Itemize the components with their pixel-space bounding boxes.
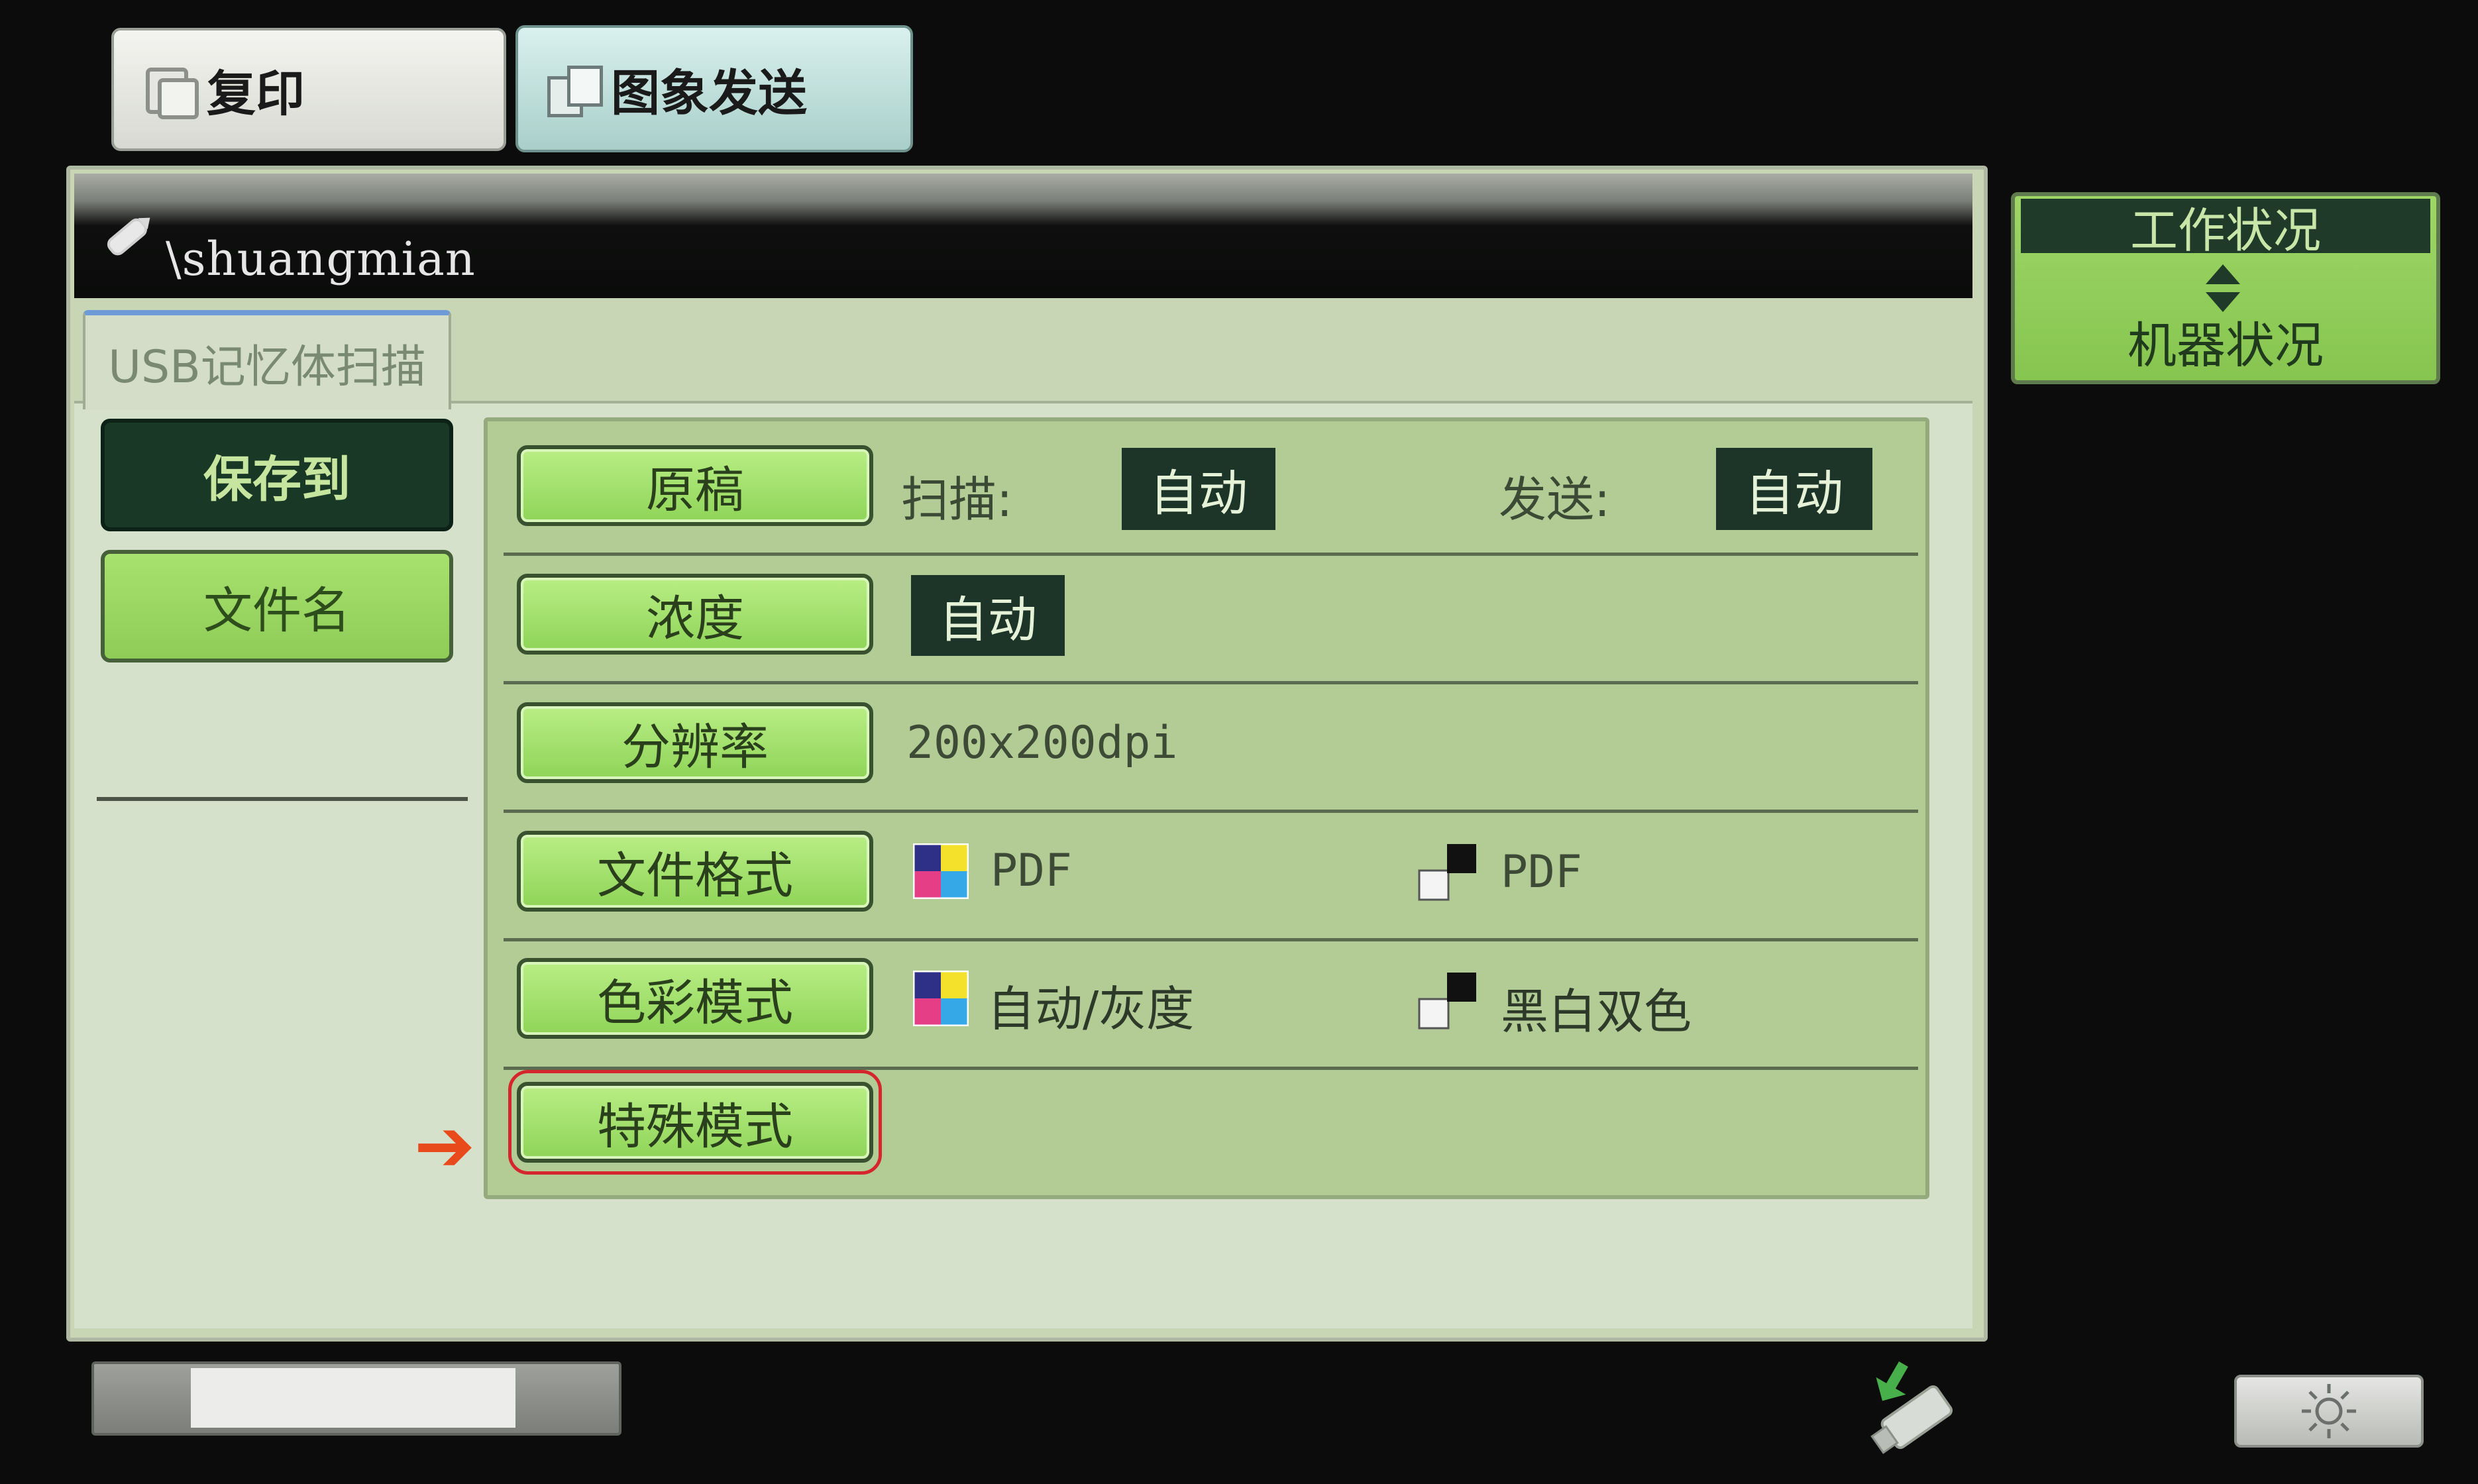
row-divider xyxy=(504,810,1918,813)
send-value: 自动 xyxy=(1716,448,1872,530)
save-to-button[interactable]: 保存到 xyxy=(101,419,453,531)
color-mode-button[interactable]: 色彩模式 xyxy=(517,958,873,1039)
highlight-ring xyxy=(508,1070,882,1175)
scan-label: 扫描: xyxy=(901,472,1013,527)
resolution-button[interactable]: 分辨率 xyxy=(517,702,873,783)
machine-status-label: 机器状况 xyxy=(2128,317,2324,374)
row-divider xyxy=(504,553,1918,556)
arrow-pointer-icon: ➔ xyxy=(414,1103,476,1188)
tab-copy[interactable]: 复印 xyxy=(111,28,506,151)
tab-image-send-label: 图象发送 xyxy=(611,64,807,122)
density-value: 自动 xyxy=(911,575,1065,656)
usb-memory-icon[interactable] xyxy=(1855,1355,1961,1454)
row-divider xyxy=(504,938,1918,941)
color-mode-color-value: 自动/灰度 xyxy=(987,981,1195,1037)
brightness-icon xyxy=(2302,1384,2356,1438)
resolution-value: 200x200dpi xyxy=(906,717,1178,769)
original-button[interactable]: 原稿 xyxy=(517,445,873,526)
nav-divider xyxy=(97,797,468,801)
row-divider xyxy=(504,681,1918,684)
pencil-icon xyxy=(107,217,150,256)
file-name-button[interactable]: 文件名 xyxy=(101,550,453,662)
file-format-mono-value: PDF xyxy=(1501,846,1582,898)
mono-swatch-icon xyxy=(1418,973,1476,1030)
color-swatch-icon xyxy=(913,971,969,1026)
tab-usb-memory-scan[interactable]: USB记忆体扫描 xyxy=(83,310,451,409)
scan-value: 自动 xyxy=(1122,448,1275,530)
file-format-color-value: PDF xyxy=(991,845,1072,897)
path-title: \shuangmian xyxy=(166,232,476,286)
copy-icon xyxy=(140,64,199,119)
tab-image-send[interactable]: 图象发送 xyxy=(515,25,913,152)
color-swatch-icon xyxy=(913,843,969,899)
file-format-button[interactable]: 文件格式 xyxy=(517,831,873,912)
color-mode-mono-value: 黑白双色 xyxy=(1501,984,1692,1039)
progress-fill xyxy=(191,1368,515,1428)
density-button[interactable]: 浓度 xyxy=(517,574,873,655)
image-send-icon xyxy=(545,63,603,117)
mono-swatch-icon xyxy=(1418,844,1476,901)
job-status-label: 工作状况 xyxy=(2021,199,2430,258)
tab-copy-label: 复印 xyxy=(207,65,305,123)
brightness-button[interactable] xyxy=(2234,1375,2424,1448)
send-label: 发送: xyxy=(1499,472,1611,527)
